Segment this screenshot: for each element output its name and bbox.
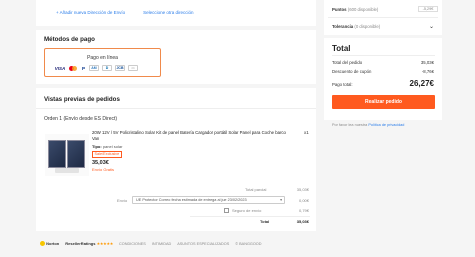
product-shipping: Envío Gratis <box>92 167 115 172</box>
product-type-value: panel solar <box>102 144 123 149</box>
card-icon: ▭ <box>128 65 138 71</box>
payment-methods-card: Métodos de pago Pago en línea VISA P AM … <box>36 30 316 84</box>
pay-total-value: 26,27€ <box>409 79 434 88</box>
footer-link-specialized[interactable]: ASUNTOS ESPECIALIZADOS <box>177 242 229 246</box>
product-description[interactable]: 20W 12V / 5V Policristalino Solar Kit de… <box>92 130 292 142</box>
payment-icons: VISA P AM D JCB ▭ <box>54 65 138 71</box>
privacy-note: Por favor lea nuestra Política de privac… <box>332 123 404 127</box>
subtotal-value: 35,03€ <box>296 187 309 192</box>
footer-copyright: © BANGGOOD <box>235 241 262 246</box>
product-type: Tipo: panel solar <box>92 144 122 149</box>
product-type-label: Tipo: <box>92 144 102 149</box>
order-total-label: Total <box>260 219 270 224</box>
address-card: + Añadir nueva Dirección de Envío Selecc… <box>36 0 316 26</box>
diners-icon: D <box>102 65 112 71</box>
orders-title: Vistas previas de pedidos <box>44 96 120 103</box>
footer: Norton ResellerRatings ★★★★★ CONDICIONES… <box>40 241 262 247</box>
order-total-row-label: Total del pedido <box>332 60 363 65</box>
place-order-button[interactable]: Realizar pedido <box>332 95 435 109</box>
insurance-label: Seguro de envío <box>232 208 262 213</box>
shipping-label: Envío <box>117 198 128 203</box>
shipping-method-value: UE Protector Correo fecha estimada de en… <box>136 198 247 202</box>
product-quantity: x1 <box>304 130 309 135</box>
add-address-link[interactable]: + Añadir nueva Dirección de Envío <box>56 10 125 15</box>
divider <box>36 108 316 109</box>
order-label: Orden 1 (Envío desde ES Direct) <box>44 116 118 122</box>
points-label: Puntos <box>332 7 347 12</box>
tolerance-detail: (0 disponible) <box>354 24 381 29</box>
points-detail: (600 disponible) <box>347 7 379 12</box>
payment-title: Métodos de pago <box>44 36 95 43</box>
divider <box>328 17 438 18</box>
tolerance-label: Tolerancia <box>332 24 354 29</box>
product-price: 35,03€ <box>92 160 109 166</box>
pay-total-label: Pago total: <box>332 82 353 87</box>
order-total-row-value: 35,03€ <box>420 60 434 65</box>
tolerance-row[interactable]: Tolerancia (0 disponible) <box>332 24 380 29</box>
amex-icon: AM <box>89 65 99 71</box>
divider <box>190 216 310 217</box>
points-row: Puntos (600 disponible) <box>332 7 378 12</box>
online-payment-label: Pago en línea <box>87 55 118 61</box>
online-payment-option[interactable]: Pago en línea VISA P AM D JCB ▭ <box>44 48 161 77</box>
paypal-icon: P <box>81 65 86 71</box>
coupon-discount-label: Descuento de cupón <box>332 69 372 74</box>
select-address-link[interactable]: Seleccione otra dirección <box>143 10 193 15</box>
reseller-ratings-logo: ResellerRatings ★★★★★ <box>65 241 114 247</box>
chevron-down-icon[interactable]: ⌄ <box>424 23 434 30</box>
total-title: Total <box>332 44 351 53</box>
chevron-down-icon: ▾ <box>280 198 282 202</box>
address-links: + Añadir nueva Dirección de Envío Selecc… <box>56 10 193 15</box>
insurance-value: 0,79€ <box>298 208 309 213</box>
product-image[interactable] <box>45 134 89 176</box>
coupon-discount-value: -8,76€ <box>421 69 434 74</box>
norton-logo: Norton <box>40 241 59 247</box>
jcb-icon: JCB <box>115 65 125 71</box>
order-total-value: 35,03€ <box>296 219 309 224</box>
points-input[interactable]: -5,29€ <box>418 6 438 12</box>
shipping-method-select[interactable]: UE Protector Correo fecha estimada de en… <box>132 196 285 204</box>
insurance-checkbox[interactable] <box>224 208 229 213</box>
mastercard-icon <box>69 65 78 71</box>
star-rating-icon: ★★★★★ <box>96 241 114 247</box>
privacy-prefix: Por favor lea nuestra <box>332 123 368 127</box>
footer-link-privacy[interactable]: INTIMIDAD <box>152 242 171 246</box>
visa-icon: VISA <box>54 65 66 71</box>
footer-link-conditions[interactable]: CONDICIONES <box>119 242 146 246</box>
deal-badge: Sale/Exclusive <box>92 151 122 158</box>
privacy-policy-link[interactable]: Política de privacidad <box>368 123 404 127</box>
shipping-value: 0,00€ <box>298 198 309 203</box>
divider <box>332 55 435 56</box>
norton-check-icon <box>40 241 45 247</box>
subtotal-label: Total parcial <box>245 187 267 192</box>
